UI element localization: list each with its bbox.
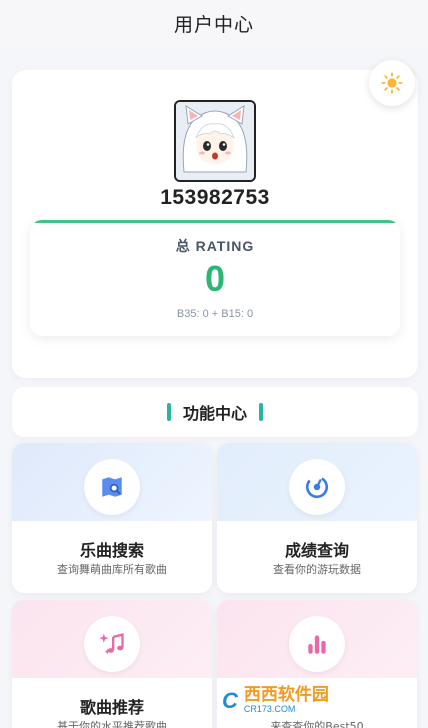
anime-cat-girl-avatar-icon (176, 102, 254, 180)
rating-card: 总 RATING 0 B35: 0 + B15: 0 (30, 220, 400, 336)
feature-icon-wrap (84, 459, 140, 515)
feature-icon-wrap (84, 616, 140, 672)
user-id: 153982753 (160, 186, 270, 209)
sun-icon (381, 72, 403, 94)
feature-card-song-recommend[interactable]: 歌曲推荐 基于你的水平推荐歌曲 (12, 600, 212, 728)
watermark-url: CR173.COM (243, 704, 296, 715)
section-header: 功能中心 (12, 387, 418, 437)
feature-card-score-query[interactable]: 成绩查询 查看你的游玩数据 (217, 443, 417, 593)
feature-title: 歌曲推荐 (79, 698, 144, 717)
avatar[interactable] (174, 100, 256, 182)
feature-title: 乐曲搜索 (79, 541, 144, 560)
watermark-text: 西西软件园 CR173.COM (243, 685, 329, 715)
bar-chart-icon (308, 635, 326, 654)
rating-label: 总 RATING (175, 238, 255, 254)
feature-icon-wrap (289, 616, 345, 672)
watermark-main: 西西软件园 (243, 685, 329, 706)
feature-card-music-search[interactable]: 乐曲搜索 查询舞萌曲库所有歌曲 (12, 443, 212, 593)
score-dial-icon (305, 475, 329, 499)
watermark: C 西西软件园 CR173.COM (222, 682, 410, 720)
page-title: 用户中心 (173, 13, 254, 36)
music-search-icon (102, 477, 122, 497)
feature-icon-wrap (289, 459, 345, 515)
rating-accent-line (34, 220, 396, 223)
section-title: 功能中心 (182, 404, 247, 423)
feature-title: 成绩查询 (284, 541, 349, 560)
feature-desc: 查询舞萌曲库所有歌曲 (57, 563, 167, 576)
feature-desc: 查看你的游玩数据 (273, 563, 361, 576)
sparkle-note-icon (99, 633, 124, 655)
top-bar: 用户中心 (0, 0, 428, 46)
section-bar-right (259, 403, 263, 421)
rating-value: 0 (204, 258, 226, 299)
profile-card: 153982753 总 RATING 0 B35: 0 + B15: 0 (12, 60, 418, 378)
section-bar-left (166, 403, 171, 421)
watermark-logo: C (222, 688, 238, 713)
feature-desc: 基于你的水平推荐歌曲 (57, 720, 167, 728)
theme-toggle-button[interactable] (369, 60, 415, 106)
rating-breakdown: B35: 0 + B15: 0 (176, 308, 254, 320)
